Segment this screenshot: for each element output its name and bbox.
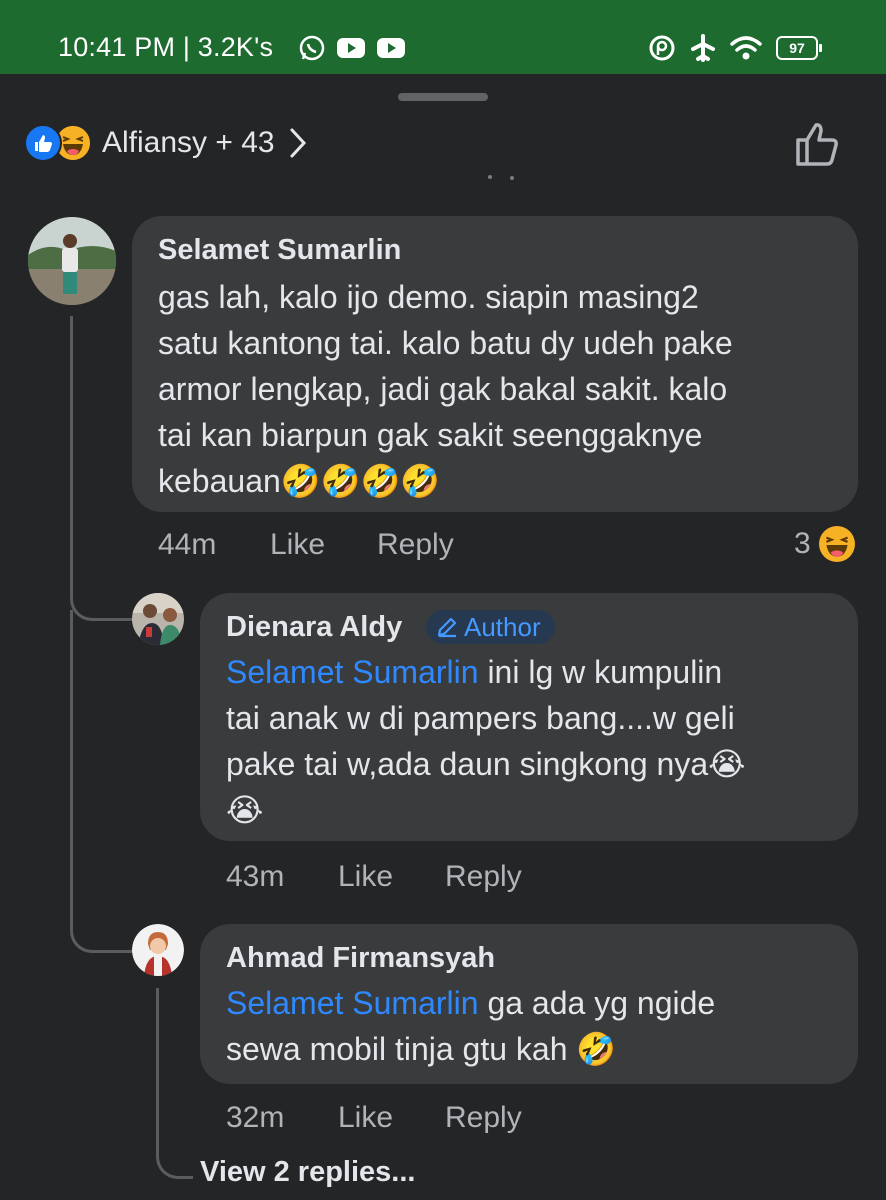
airplane-icon xyxy=(691,34,715,62)
notification-icons xyxy=(298,34,406,62)
like-button[interactable]: Like xyxy=(270,528,377,562)
author-badge-label: Author xyxy=(464,611,541,642)
comment-line: gas lah, kalo ijo demo. siapin masing2 xyxy=(158,279,699,315)
like-button[interactable]: Like xyxy=(338,1101,445,1135)
comment-text: gas lah, kalo ijo demo. siapin masing2 s… xyxy=(158,274,733,504)
comment-actions: 43m Like Reply xyxy=(226,860,522,894)
comment-timestamp: 43m xyxy=(226,860,285,893)
comment-line: kebauan🤣🤣🤣🤣 xyxy=(158,458,733,504)
reaction-count[interactable]: 3 xyxy=(794,526,855,562)
comment-line-text: ga ada yg ngide xyxy=(478,985,716,1021)
comment-line: Selamet Sumarlin ini lg w kumpulin xyxy=(226,649,746,695)
comment-line-text: kebauan xyxy=(158,463,281,499)
haha-icon xyxy=(818,526,855,562)
scrolled-content-edge xyxy=(488,175,514,180)
avatar[interactable] xyxy=(132,593,184,645)
comment-line-text: sewa mobil tinja gtu kah xyxy=(226,1031,577,1067)
status-time: 10:41 PM | 3.2K's xyxy=(58,32,274,62)
avatar[interactable] xyxy=(28,217,116,305)
mention-link[interactable]: Selamet Sumarlin xyxy=(226,985,479,1021)
comment-author[interactable]: Ahmad Firmansyah xyxy=(226,942,495,975)
like-button[interactable]: Like xyxy=(338,860,445,894)
reply-button[interactable]: Reply xyxy=(445,1101,522,1135)
comment-line-text: ini lg w kumpulin xyxy=(478,654,723,690)
thread-line xyxy=(156,988,193,1179)
comment-actions: 32m Like Reply xyxy=(226,1101,522,1135)
status-bar: 10:41 PM | 3.2K's 97 xyxy=(0,0,886,74)
comment-line: pake tai w,ada daun singkong nya😭 xyxy=(226,741,746,787)
thread-line xyxy=(70,316,133,621)
view-replies-link[interactable]: View 2 replies... xyxy=(200,1156,415,1189)
reactions-summary[interactable]: Alfiansy + 43 xyxy=(24,118,307,168)
author-badge: Author xyxy=(426,610,555,644)
whatsapp-icon xyxy=(299,35,325,61)
avatar[interactable] xyxy=(132,924,184,976)
youtube-icon xyxy=(337,38,365,58)
comment-author[interactable]: Selamet Sumarlin xyxy=(158,234,401,267)
reply-button[interactable]: Reply xyxy=(445,860,522,894)
comment-line: satu kantong tai. kalo batu dy udeh pake xyxy=(158,325,733,361)
system-icons: 97 xyxy=(648,34,822,62)
comment-author[interactable]: Dienara Aldy xyxy=(226,611,402,644)
rolling-laughing-emoji: 🤣 xyxy=(576,1031,617,1067)
rolling-laughing-emoji: 🤣🤣🤣🤣 xyxy=(280,463,441,499)
comment-line: armor lengkap, jadi gak bakal sakit. kal… xyxy=(158,371,728,407)
data-saver-icon xyxy=(649,35,675,61)
chevron-right-icon xyxy=(290,128,306,158)
wifi-icon xyxy=(730,36,762,60)
comment-line: 😭 xyxy=(226,787,746,833)
reply-button[interactable]: Reply xyxy=(377,528,454,562)
youtube-icon xyxy=(377,38,405,58)
comment-line: sewa mobil tinja gtu kah 🤣 xyxy=(226,1026,715,1072)
comment-actions: 44m Like Reply xyxy=(158,528,454,562)
comment-line: tai kan biarpun gak sakit seenggaknye xyxy=(158,417,703,453)
comment-line: Selamet Sumarlin ga ada yg ngide xyxy=(226,980,715,1026)
comment-text: Selamet Sumarlin ga ada yg ngide sewa mo… xyxy=(226,980,715,1072)
like-outline-icon[interactable] xyxy=(792,118,844,170)
mention-link[interactable]: Selamet Sumarlin xyxy=(226,654,479,690)
comment-timestamp: 44m xyxy=(158,528,217,561)
reactors-label: Alfiansy + 43 xyxy=(102,126,275,159)
sheet-drag-handle[interactable] xyxy=(398,93,488,101)
crying-emoji: 😭 xyxy=(226,792,264,828)
pencil-icon xyxy=(437,617,457,638)
reaction-count-value: 3 xyxy=(794,527,811,560)
comment-text: Selamet Sumarlin ini lg w kumpulin tai a… xyxy=(226,649,746,833)
battery-indicator: 97 xyxy=(776,36,822,60)
comment-line: tai anak w di pampers bang....w geli xyxy=(226,700,735,736)
crying-emoji: 😭 xyxy=(708,746,746,782)
comment-line-text: pake tai w,ada daun singkong nya xyxy=(226,746,709,782)
thread-line xyxy=(70,610,133,953)
like-icon xyxy=(24,124,62,162)
comment-timestamp: 32m xyxy=(226,1101,285,1134)
